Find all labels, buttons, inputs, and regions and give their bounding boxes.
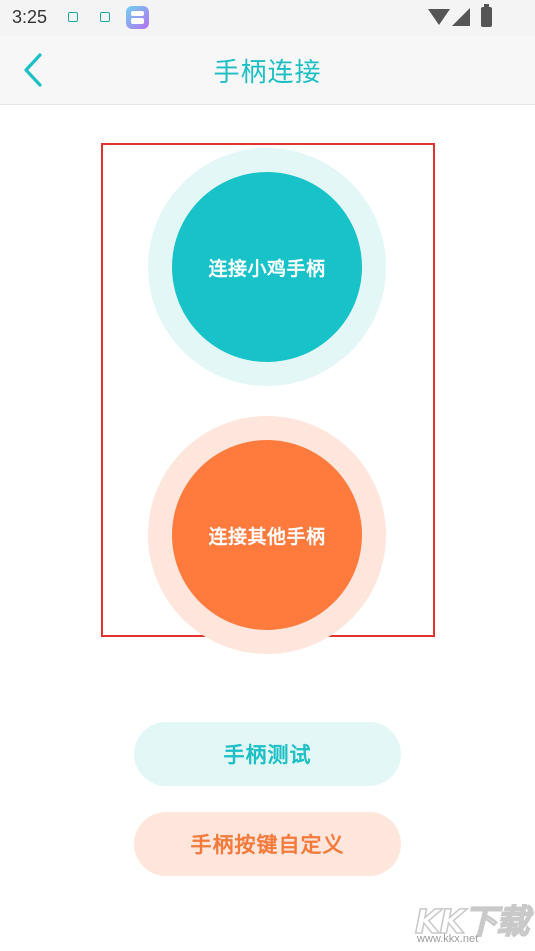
connect-xiaoji-label: 连接小鸡手柄 xyxy=(208,257,326,280)
gamepad-test-button[interactable]: 手柄测试 xyxy=(134,722,401,786)
notification-icon xyxy=(100,12,110,22)
connect-xiaoji-button[interactable]: 连接小鸡手柄 xyxy=(172,172,362,362)
connect-other-button[interactable]: 连接其他手柄 xyxy=(172,440,362,630)
cellular-signal-icon xyxy=(452,8,470,26)
gamepad-test-label: 手柄测试 xyxy=(223,743,312,767)
custom-keys-label: 手柄按键自定义 xyxy=(190,833,345,857)
connect-xiaoji-halo: 连接小鸡手柄 xyxy=(148,148,386,386)
page-title: 手柄连接 xyxy=(213,58,322,88)
app-store-icon xyxy=(126,6,149,29)
app-bar: 手柄连接 xyxy=(0,36,535,105)
connect-other-halo: 连接其他手柄 xyxy=(148,416,386,654)
status-time: 3:25 xyxy=(12,7,48,27)
connect-other-label: 连接其他手柄 xyxy=(208,525,326,548)
notification-icon xyxy=(68,12,78,22)
watermark-url: www.kkx.net xyxy=(417,933,479,945)
status-bar: 3:25 xyxy=(0,0,535,36)
wifi-icon xyxy=(428,9,450,25)
watermark: KK下载 www.kkx.net xyxy=(414,895,530,947)
battery-charging-icon xyxy=(481,4,492,27)
custom-keys-button[interactable]: 手柄按键自定义 xyxy=(134,812,401,876)
